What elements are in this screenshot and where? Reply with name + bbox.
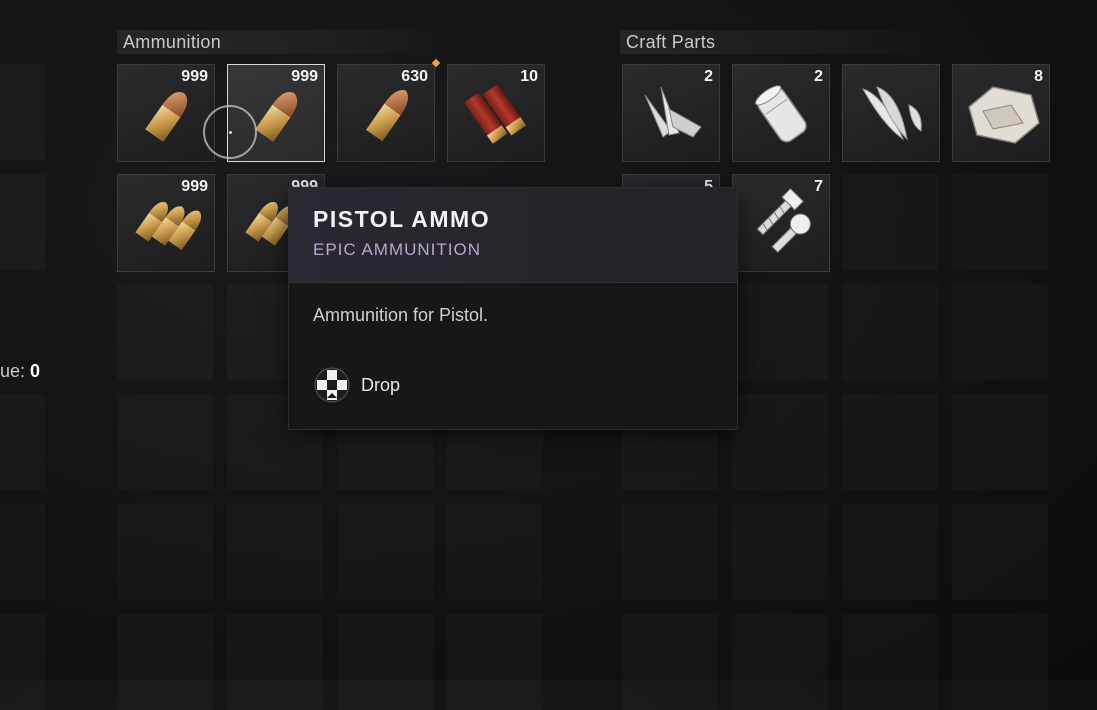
item-count: 8 <box>1034 68 1043 85</box>
item-count: 999 <box>181 68 208 85</box>
ammo-slot-pistol-ammo-selected[interactable]: 999 <box>227 64 325 162</box>
empty-slot[interactable] <box>622 504 718 600</box>
empty-slot[interactable] <box>842 614 938 710</box>
left-panel-slot <box>0 614 45 710</box>
craft-slot-screws[interactable]: 7 <box>732 174 830 272</box>
empty-slot[interactable] <box>337 504 433 600</box>
left-panel-slot <box>0 64 45 160</box>
empty-slot[interactable] <box>117 394 213 490</box>
empty-slot[interactable] <box>447 614 543 710</box>
empty-slot[interactable] <box>732 284 828 380</box>
drop-action-button[interactable]: Drop <box>313 366 400 404</box>
craft-slot-cloth[interactable]: 8 <box>952 64 1050 162</box>
empty-slot[interactable] <box>227 504 323 600</box>
value-caption: ue: <box>0 361 26 381</box>
ammo-slot-pistol-ammo[interactable]: 999 <box>117 64 215 162</box>
empty-slot[interactable] <box>842 504 938 600</box>
item-description: Ammunition for Pistol. <box>313 305 489 325</box>
empty-slot[interactable] <box>622 614 718 710</box>
empty-slot[interactable] <box>952 504 1048 600</box>
craft-parts-title: Craft Parts <box>626 32 716 52</box>
dpad-button-icon <box>314 367 350 403</box>
item-tooltip: PISTOL AMMO EPIC AMMUNITION Ammunition f… <box>288 187 738 430</box>
empty-slot[interactable] <box>842 394 938 490</box>
ammunition-title: Ammunition <box>123 32 222 52</box>
empty-slot[interactable] <box>952 394 1048 490</box>
craft-slot-canister[interactable]: 2 <box>732 64 830 162</box>
empty-slot[interactable] <box>732 614 828 710</box>
empty-slot[interactable] <box>842 284 938 380</box>
empty-slot[interactable] <box>952 284 1048 380</box>
tooltip-header: PISTOL AMMO EPIC AMMUNITION <box>289 188 737 283</box>
item-count: 630 <box>401 68 428 85</box>
item-name: PISTOL AMMO <box>313 206 491 232</box>
empty-slot[interactable] <box>227 614 323 710</box>
feathers-icon <box>861 86 922 141</box>
empty-slot[interactable] <box>732 394 828 490</box>
craft-slot-feathers[interactable] <box>842 64 940 162</box>
item-count: 999 <box>181 178 208 195</box>
empty-slot[interactable] <box>952 174 1048 270</box>
item-count: 10 <box>520 68 538 85</box>
item-count: 2 <box>704 68 713 85</box>
empty-slot[interactable] <box>117 504 213 600</box>
empty-slot[interactable] <box>117 614 213 710</box>
item-count: 2 <box>814 68 823 85</box>
ammo-slot-shotgun-shells[interactable]: 10 <box>447 64 545 162</box>
craft-parts-header: Craft Parts <box>620 30 946 54</box>
empty-slot[interactable] <box>732 504 828 600</box>
empty-slot[interactable] <box>447 504 543 600</box>
craft-slot-blades[interactable]: 2 <box>622 64 720 162</box>
empty-slot[interactable] <box>337 614 433 710</box>
left-panel-slot <box>0 394 45 490</box>
empty-slot[interactable] <box>117 284 213 380</box>
value-label: ue: 0 <box>0 361 40 382</box>
drop-label: Drop <box>361 374 401 395</box>
value-amount: 0 <box>30 361 41 381</box>
left-panel-slot <box>0 174 45 270</box>
empty-slot[interactable] <box>952 614 1048 710</box>
item-rarity: EPIC AMMUNITION <box>313 240 482 259</box>
empty-slot[interactable] <box>842 174 938 270</box>
item-count: 7 <box>814 178 823 195</box>
ammo-slot-rifle-ammo[interactable]: 630 <box>337 64 435 162</box>
ammunition-header: Ammunition <box>117 30 443 54</box>
left-panel-slot <box>0 504 45 600</box>
ammo-slot-bullet-pack[interactable]: 999 <box>117 174 215 272</box>
item-count: 999 <box>291 68 318 85</box>
